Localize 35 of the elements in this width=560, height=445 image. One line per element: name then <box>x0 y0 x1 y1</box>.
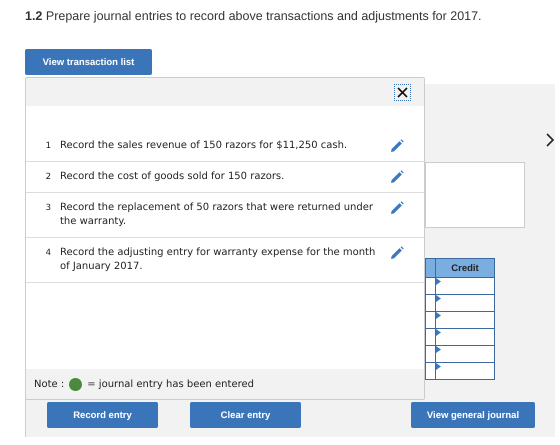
pencil-icon[interactable] <box>390 201 404 215</box>
item-number: 4 <box>44 247 52 260</box>
credit-input[interactable] <box>436 278 494 294</box>
triangle-icon <box>436 329 441 336</box>
triangle-icon <box>436 295 441 302</box>
transaction-text: Record the adjusting entry for warranty expense for the month of January 2017. <box>60 246 376 274</box>
pencil-icon[interactable] <box>390 170 404 184</box>
view-transaction-list-button[interactable]: View transaction list <box>25 49 152 75</box>
view-general-journal-button[interactable]: View general journal <box>411 402 535 428</box>
pencil-icon[interactable] <box>390 139 404 153</box>
triangle-icon <box>436 278 441 285</box>
credit-input[interactable] <box>436 362 494 380</box>
item-number: 2 <box>44 171 52 184</box>
item-number: 1 <box>44 140 52 153</box>
credit-input[interactable] <box>436 294 494 312</box>
triangle-icon <box>436 363 441 370</box>
note-label: Note : <box>34 378 64 390</box>
column-header: Credit <box>436 258 494 278</box>
question-heading: 1.2 Prepare journal entries to record above transactions and adjustments for 2017. <box>25 9 482 23</box>
credit-input[interactable] <box>436 312 494 328</box>
note-text: = journal entry has been entered <box>87 378 254 390</box>
credit-input[interactable] <box>436 346 494 362</box>
close-icon[interactable] <box>394 84 411 100</box>
pencil-icon[interactable] <box>390 246 404 260</box>
clear-entry-button[interactable]: Clear entry <box>190 402 301 428</box>
transaction-text: Record the sales revenue of 150 razors for $11,250 cash. <box>60 139 348 153</box>
transaction-text: Record the replacement of 50 razors that were returned under the warranty. <box>60 201 374 229</box>
record-entry-button[interactable]: Record entry <box>47 402 158 428</box>
item-number: 3 <box>44 202 52 215</box>
credit-input[interactable] <box>436 328 494 346</box>
triangle-icon <box>436 312 441 319</box>
chevron-right-icon[interactable] <box>545 132 555 148</box>
triangle-icon <box>436 346 441 353</box>
transaction-text: Record the cost of goods sold for 150 razors. <box>60 170 286 184</box>
table-header <box>426 258 436 278</box>
